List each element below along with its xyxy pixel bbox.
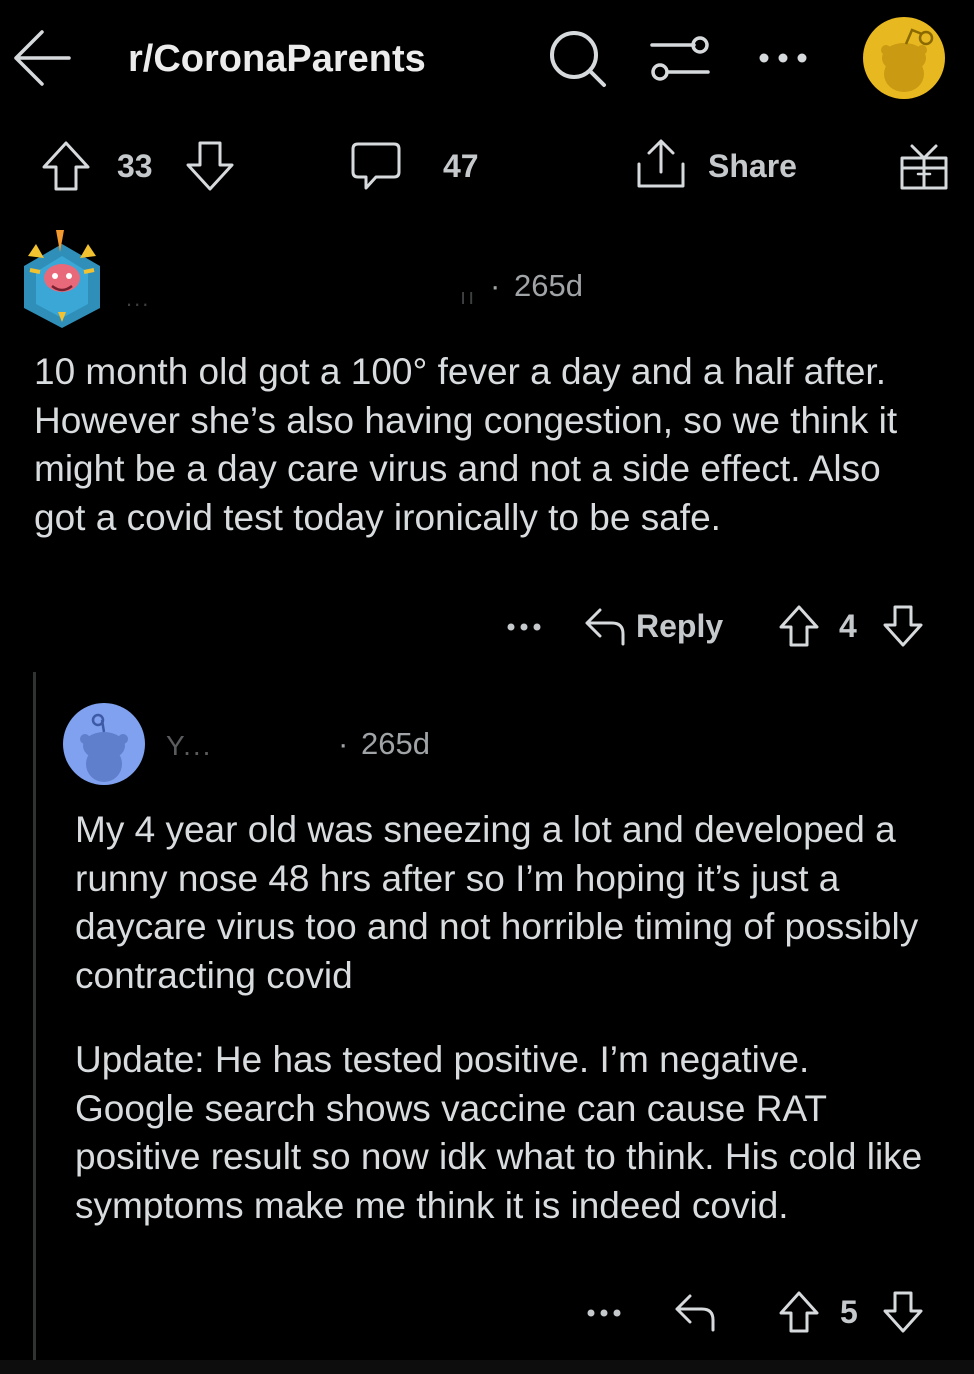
comment-more-icon-2[interactable] — [586, 1306, 626, 1320]
commenter-avatar-1[interactable] — [20, 228, 104, 328]
reply-icon-2[interactable] — [674, 1292, 716, 1332]
comment-body-2: My 4 year old was sneezing a lot and dev… — [75, 809, 919, 996]
more-icon[interactable] — [758, 50, 808, 66]
comment-downvote-icon-2[interactable] — [882, 1290, 924, 1334]
share-icon[interactable] — [635, 138, 687, 192]
reply-icon-1[interactable] — [584, 606, 626, 646]
filter-sliders-icon[interactable] — [650, 36, 710, 82]
comment-age-1: 265d — [514, 268, 583, 303]
post-vote-count: 33 — [117, 148, 153, 184]
search-icon[interactable] — [548, 28, 608, 88]
commenter-username-1[interactable]: ... — [126, 286, 150, 312]
comment-icon[interactable] — [350, 140, 402, 192]
downvote-icon[interactable] — [184, 140, 236, 192]
comment-downvote-icon-1[interactable] — [882, 604, 924, 648]
comment-separator-2: · — [338, 726, 349, 761]
top-bar: r/CoronaParents — [0, 0, 974, 120]
reply-button-1[interactable]: Reply — [636, 608, 723, 645]
comment-count: 47 — [443, 148, 479, 184]
commenter-username-2[interactable]: Y... — [166, 730, 212, 762]
user-avatar[interactable] — [862, 16, 946, 100]
comment-age-2: 265d — [361, 726, 430, 761]
commenter-avatar-2[interactable] — [62, 702, 146, 786]
thread-line[interactable] — [33, 672, 36, 1362]
comment-upvote-icon-1[interactable] — [778, 604, 820, 648]
comment-score-1: 4 — [839, 608, 857, 644]
comment-update-2: Update: He has tested positive. I’m nega… — [75, 1039, 923, 1226]
back-arrow-icon[interactable] — [12, 28, 72, 88]
award-icon[interactable] — [898, 140, 950, 192]
comment-separator-1: · — [490, 268, 501, 303]
comment-score-2: 5 — [840, 1294, 858, 1330]
share-button[interactable]: Share — [708, 148, 797, 185]
comment-more-icon-1[interactable] — [506, 620, 546, 634]
subreddit-title[interactable]: r/CoronaParents — [128, 38, 426, 81]
bottom-strip — [0, 1360, 974, 1374]
upvote-icon[interactable] — [40, 140, 92, 192]
blurred-flair-1: ıı — [460, 284, 477, 309]
comment-body-1: 10 month old got a 100° fever a day and … — [34, 351, 898, 538]
comment-upvote-icon-2[interactable] — [778, 1290, 820, 1334]
